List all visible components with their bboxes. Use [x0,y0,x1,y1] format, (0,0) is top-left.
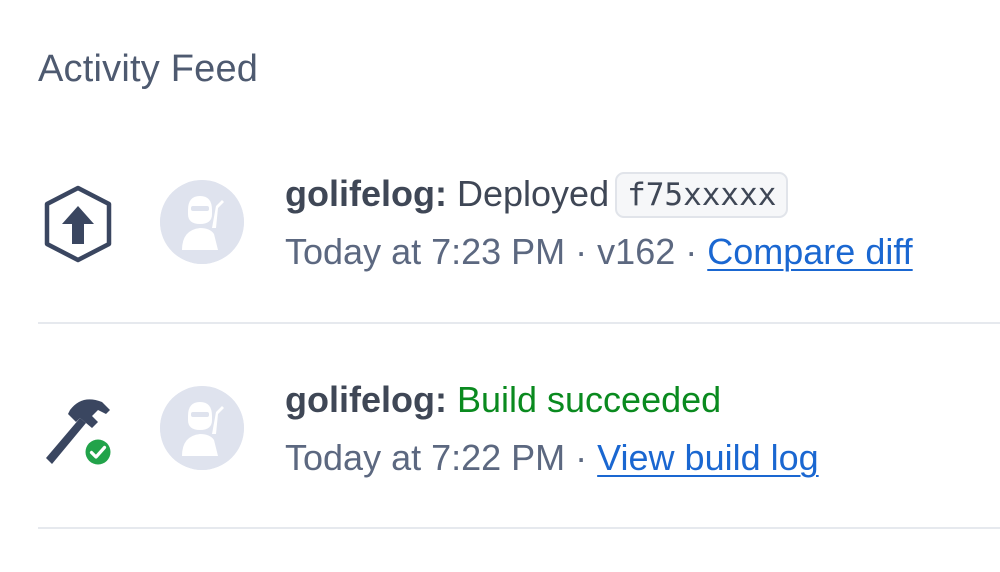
timestamp: Today at 7:23 PM [285,231,566,272]
feed-item-headline: golifelog: Deployed f75xxxxx [285,170,789,218]
build-status-text: Build succeeded [456,379,722,420]
divider [38,527,1000,529]
page-title: Activity Feed [38,48,259,90]
timestamp: Today at 7:22 PM [285,437,566,478]
action-text: Deployed [456,173,610,214]
hammer-success-icon [36,388,120,472]
separator: · [685,231,698,272]
feed-item-deploy: golifelog: Deployed f75xxxxx Today at 7:2… [0,156,1000,306]
commit-hash: f75xxxxx [615,172,789,218]
separator: · [575,231,588,272]
feed-item-meta: Today at 7:22 PM · View build log [285,434,819,482]
ninja-avatar-icon [160,180,244,264]
feed-item-headline: golifelog: Build succeeded [285,376,721,424]
divider [38,322,1000,324]
deploy-upload-icon [36,182,120,266]
version-label: v162 [597,231,676,272]
separator: · [575,437,588,478]
app-name[interactable]: golifelog: [285,379,447,420]
app-name[interactable]: golifelog: [285,173,447,214]
feed-item-meta: Today at 7:23 PM · v162 · Compare diff [285,228,913,276]
feed-item-build: golifelog: Build succeeded Today at 7:22… [0,362,1000,512]
view-build-log-link[interactable]: View build log [597,437,818,478]
ninja-avatar-icon [160,386,244,470]
compare-diff-link[interactable]: Compare diff [707,231,912,272]
